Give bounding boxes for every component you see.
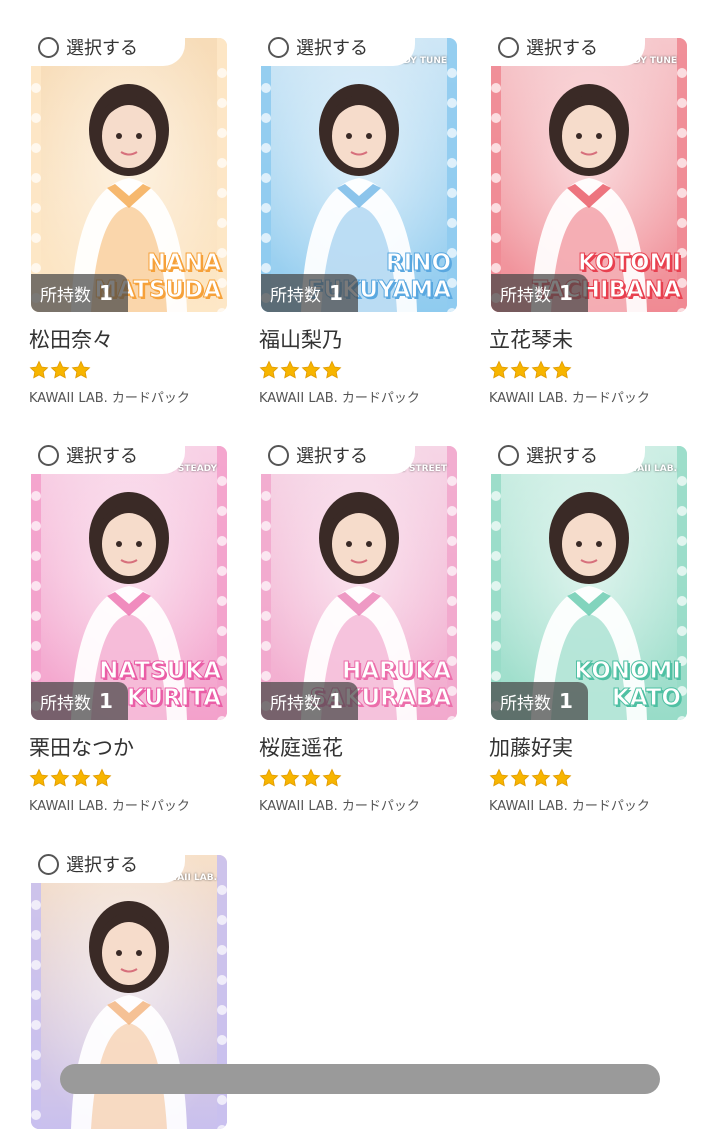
select-toggle[interactable]: 選択する: [259, 28, 415, 66]
select-label: 選択する: [526, 38, 598, 59]
owned-count-value: 1: [329, 689, 343, 713]
owned-count-label: 所持数: [500, 285, 551, 306]
owned-count-value: 1: [99, 281, 113, 305]
radio-unchecked-icon[interactable]: [38, 853, 59, 875]
card-image[interactable]: CUTIE STREET HARUKA SAKURABA: [261, 446, 457, 720]
star-icon: [322, 768, 342, 787]
owned-count-badge: 所持数 1: [31, 682, 128, 720]
pack-name: KAWAII LAB. カードパック: [259, 799, 420, 814]
star-icon: [71, 768, 91, 787]
select-label: 選択する: [66, 855, 138, 876]
card-image[interactable]: CANDY TUNE RINO FUKUYAMA: [261, 38, 457, 312]
pack-name: KAWAII LAB. カードパック: [489, 799, 650, 814]
card-name-first: KOTOMI: [577, 250, 681, 277]
card-image[interactable]: KAWAII LAB. KONOMI KATO: [491, 446, 687, 720]
member-name: 桜庭遥花: [259, 736, 343, 760]
radio-unchecked-icon[interactable]: [268, 444, 289, 466]
select-toggle[interactable]: 選択する: [29, 436, 185, 474]
star-icon: [280, 360, 300, 379]
rarity-stars: [259, 768, 343, 788]
pack-name: KAWAII LAB. カードパック: [29, 799, 190, 814]
star-icon: [259, 768, 279, 787]
star-icon: [552, 360, 572, 379]
owned-count-value: 1: [99, 689, 113, 713]
member-name: 福山梨乃: [259, 328, 343, 352]
owned-count-badge: 所持数 1: [491, 274, 588, 312]
star-icon: [71, 360, 91, 379]
radio-unchecked-icon[interactable]: [268, 36, 289, 58]
select-label: 選択する: [66, 446, 138, 467]
owned-count-value: 1: [329, 281, 343, 305]
select-label: 選択する: [296, 38, 368, 59]
member-name: 松田奈々: [29, 328, 113, 352]
card-name-overlay: KONOMI KATO: [574, 658, 682, 712]
owned-count-badge: 所持数 1: [31, 274, 128, 312]
star-icon: [489, 360, 509, 379]
bottom-action-bar[interactable]: [60, 1064, 660, 1094]
radio-unchecked-icon[interactable]: [498, 444, 519, 466]
select-toggle[interactable]: 選択する: [29, 845, 185, 883]
star-icon: [531, 768, 551, 787]
owned-count-badge: 所持数 1: [261, 682, 358, 720]
select-label: 選択する: [526, 446, 598, 467]
star-icon: [552, 768, 572, 787]
rarity-stars: [29, 768, 113, 788]
select-label: 選択する: [66, 38, 138, 59]
star-icon: [29, 360, 49, 379]
member-name: 栗田なつか: [29, 736, 134, 760]
star-icon: [510, 360, 530, 379]
star-icon: [531, 360, 551, 379]
radio-unchecked-icon[interactable]: [38, 36, 59, 58]
card-name-first: HARUKA: [341, 658, 451, 685]
member-name: 立花琴未: [489, 328, 573, 352]
card-name-first: RINO: [385, 250, 451, 277]
pack-name: KAWAII LAB. カードパック: [259, 391, 420, 406]
card-image[interactable]: NANA MATSUDA: [31, 38, 227, 312]
select-toggle[interactable]: 選択する: [489, 28, 645, 66]
owned-count-badge: 所持数 1: [491, 682, 588, 720]
star-icon: [50, 768, 70, 787]
card-name-last: KATO: [611, 685, 681, 712]
select-label: 選択する: [296, 446, 368, 467]
card-name-first: NATSUKA: [99, 658, 222, 685]
select-toggle[interactable]: 選択する: [489, 436, 645, 474]
star-icon: [301, 360, 321, 379]
star-icon: [322, 360, 342, 379]
owned-count-label: 所持数: [40, 285, 91, 306]
star-icon: [510, 768, 530, 787]
card-name-first: NANA: [146, 250, 221, 277]
star-icon: [280, 768, 300, 787]
star-icon: [29, 768, 49, 787]
select-toggle[interactable]: 選択する: [29, 28, 185, 66]
card-image[interactable]: SWEET STEADY NATSUKA KURITA: [31, 446, 227, 720]
star-icon: [489, 768, 509, 787]
owned-count-label: 所持数: [270, 285, 321, 306]
owned-count-label: 所持数: [270, 693, 321, 714]
owned-count-value: 1: [559, 689, 573, 713]
owned-count-label: 所持数: [40, 693, 91, 714]
rarity-stars: [489, 768, 573, 788]
owned-count-label: 所持数: [500, 693, 551, 714]
radio-unchecked-icon[interactable]: [38, 444, 59, 466]
pack-name: KAWAII LAB. カードパック: [29, 391, 190, 406]
card-image[interactable]: CANDY TUNE KOTOMI TACHIBANA: [491, 38, 687, 312]
owned-count-value: 1: [559, 281, 573, 305]
pack-name: KAWAII LAB. カードパック: [489, 391, 650, 406]
rarity-stars: [259, 360, 343, 380]
star-icon: [50, 360, 70, 379]
star-icon: [259, 360, 279, 379]
rarity-stars: [29, 360, 92, 380]
select-toggle[interactable]: 選択する: [259, 436, 415, 474]
owned-count-badge: 所持数 1: [261, 274, 358, 312]
member-name: 加藤好実: [489, 736, 573, 760]
radio-unchecked-icon[interactable]: [498, 36, 519, 58]
card-name-first: KONOMI: [574, 658, 682, 685]
card-grid: NANA MATSUDA 選択する 所持数 1 松田奈々 KAWAII LAB. …: [0, 0, 720, 1129]
star-icon: [92, 768, 112, 787]
star-icon: [301, 768, 321, 787]
rarity-stars: [489, 360, 573, 380]
